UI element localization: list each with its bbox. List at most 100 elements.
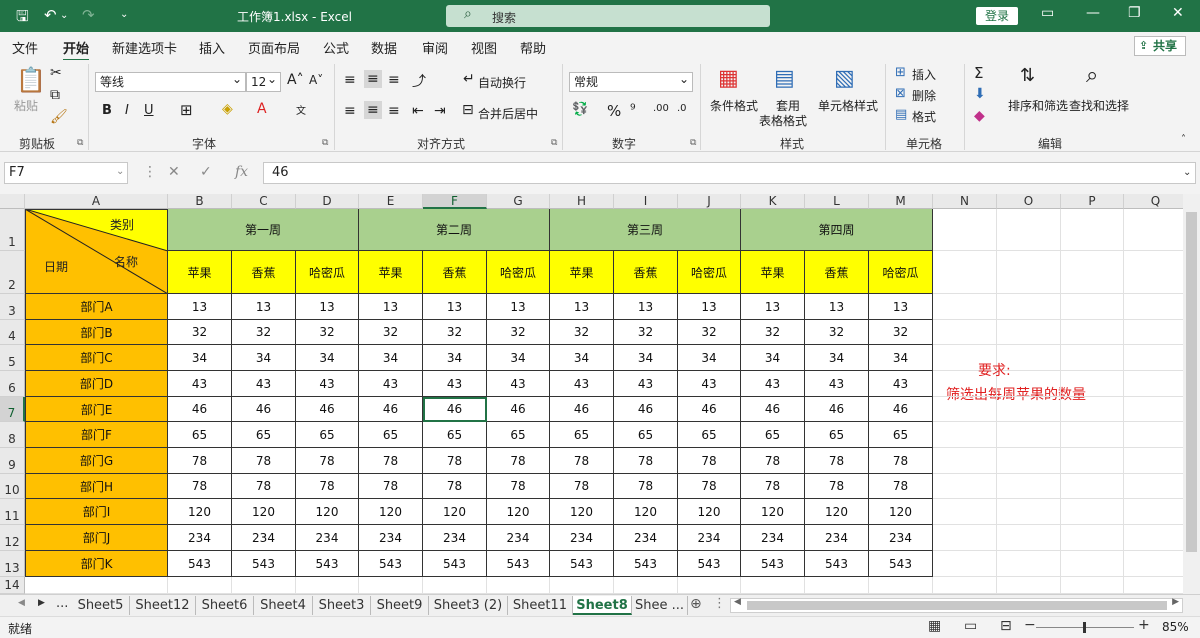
row-header-2[interactable]: 2 [0, 251, 25, 294]
vertical-scroll-thumb[interactable] [1186, 212, 1197, 552]
data-cell[interactable]: 46 [487, 397, 550, 422]
data-cell[interactable]: 13 [614, 294, 678, 320]
data-cell[interactable]: 78 [168, 448, 232, 474]
data-cell[interactable]: 543 [550, 551, 614, 577]
column-header-b[interactable]: B [168, 194, 232, 209]
data-cell[interactable]: 78 [296, 474, 359, 499]
tab-help[interactable]: 帮助 [520, 38, 546, 57]
data-cell[interactable]: 234 [296, 525, 359, 551]
worksheet-grid[interactable]: 筛选出每周苹果的数量 A B C D E F G H I J K L M N O P Q 1 2 3 4 5 6 7 8 9 10 1… [0, 194, 1200, 594]
column-header-a[interactable]: A [25, 194, 168, 209]
fill-icon[interactable]: ⬇ [974, 86, 986, 102]
table-format-label-2[interactable]: 表格格式 [759, 112, 807, 129]
data-cell[interactable]: 65 [487, 422, 550, 448]
data-cell[interactable]: 543 [296, 551, 359, 577]
autosum-icon[interactable]: Σ [974, 64, 983, 82]
zoom-slider-thumb[interactable] [1083, 622, 1086, 633]
data-cell[interactable]: 120 [168, 499, 232, 525]
data-cell[interactable]: 234 [805, 525, 869, 551]
table-format-icon[interactable]: ▤ [774, 66, 795, 91]
data-cell[interactable]: 78 [359, 448, 423, 474]
data-cell[interactable]: 543 [232, 551, 296, 577]
data-cell[interactable]: 78 [741, 474, 805, 499]
copy-icon[interactable]: ⧉ [50, 87, 60, 103]
scroll-right-icon[interactable]: ▶ [1172, 597, 1179, 607]
data-cell[interactable]: 13 [423, 294, 487, 320]
customize-quick-access-icon[interactable]: ⌄ [120, 9, 128, 20]
data-cell[interactable]: 120 [741, 499, 805, 525]
tab-review[interactable]: 审阅 [422, 38, 448, 57]
column-header-p[interactable]: P [1061, 194, 1124, 209]
enter-icon[interactable]: ✓ [200, 164, 212, 180]
sheet-tab[interactable]: Shee ... [632, 596, 688, 615]
data-cell[interactable]: 34 [614, 345, 678, 371]
tab-page-layout[interactable]: 页面布局 [248, 38, 300, 57]
share-button[interactable]: 共享 [1134, 36, 1186, 56]
cut-icon[interactable]: ✂ [50, 65, 62, 81]
data-cell[interactable]: 120 [232, 499, 296, 525]
data-cell[interactable]: 78 [359, 474, 423, 499]
data-cell[interactable]: 32 [741, 320, 805, 345]
tab-file[interactable]: 文件 [12, 38, 38, 57]
row-header-11[interactable]: 11 [0, 499, 25, 525]
row-header-4[interactable]: 4 [0, 320, 25, 345]
page-layout-view-icon[interactable]: ▭ [964, 618, 977, 634]
sort-filter-label[interactable]: 排序和筛选 [1008, 97, 1068, 114]
currency-icon[interactable]: 💱 [572, 102, 588, 117]
data-cell[interactable]: 78 [678, 474, 741, 499]
insert-function-icon[interactable]: fx [235, 164, 248, 180]
data-cell[interactable]: 46 [869, 397, 933, 422]
data-cell[interactable]: 34 [423, 345, 487, 371]
data-cell[interactable]: 120 [423, 499, 487, 525]
data-cell[interactable]: 120 [614, 499, 678, 525]
delete-cells-label[interactable]: 删除 [912, 87, 936, 104]
data-cell[interactable]: 234 [741, 525, 805, 551]
format-painter-icon[interactable]: 🖌 [50, 109, 68, 125]
data-cell[interactable]: 234 [232, 525, 296, 551]
sheet-tab[interactable]: Sheet12 [130, 596, 196, 615]
column-header-k[interactable]: K [741, 194, 805, 209]
data-cell[interactable]: 78 [232, 474, 296, 499]
data-cell[interactable]: 65 [550, 422, 614, 448]
sheet-tab[interactable]: Sheet9 [371, 596, 429, 615]
delete-cells-icon[interactable]: ⊠ [895, 86, 906, 101]
data-cell[interactable]: 46 [805, 397, 869, 422]
name-box-dropdown-icon[interactable]: ⌄ [116, 166, 124, 177]
data-cell[interactable]: 46 [550, 397, 614, 422]
paste-label[interactable]: 粘贴 [14, 97, 38, 114]
insert-cells-label[interactable]: 插入 [912, 66, 936, 83]
wrap-text-icon[interactable]: ↵ [463, 71, 475, 87]
data-cell[interactable]: 43 [741, 371, 805, 397]
data-cell[interactable]: 120 [869, 499, 933, 525]
data-cell[interactable]: 78 [869, 474, 933, 499]
ribbon-display-icon[interactable]: ▭ [1041, 5, 1054, 21]
zoom-in-icon[interactable]: + [1138, 617, 1150, 633]
name-box[interactable]: F7 [4, 162, 128, 184]
conditional-format-icon[interactable]: ▦ [718, 66, 739, 91]
data-cell[interactable]: 13 [678, 294, 741, 320]
data-cell[interactable]: 234 [550, 525, 614, 551]
data-cell[interactable]: 43 [614, 371, 678, 397]
align-bottom-icon[interactable]: ≡ [388, 72, 400, 88]
data-cell[interactable]: 32 [805, 320, 869, 345]
paste-icon[interactable]: 📋 [16, 66, 46, 94]
vertical-scrollbar[interactable] [1183, 194, 1200, 594]
restore-icon[interactable]: ❐ [1128, 5, 1141, 21]
data-cell[interactable]: 43 [678, 371, 741, 397]
align-center-icon[interactable]: ≡ [364, 101, 382, 119]
find-select-icon[interactable]: ⌕ [1086, 63, 1098, 88]
data-cell[interactable]: 32 [550, 320, 614, 345]
data-cell[interactable]: 46 [232, 397, 296, 422]
data-cell[interactable]: 34 [296, 345, 359, 371]
decrease-indent-icon[interactable]: ⇤ [412, 103, 424, 119]
data-cell[interactable]: 234 [359, 525, 423, 551]
data-cell[interactable]: 78 [678, 448, 741, 474]
cell-style-icon[interactable]: ▧ [834, 66, 855, 91]
column-header-j[interactable]: J [678, 194, 741, 209]
data-cell[interactable]: 543 [423, 551, 487, 577]
data-cell[interactable]: 78 [805, 448, 869, 474]
data-cell[interactable]: 32 [423, 320, 487, 345]
add-sheet-icon[interactable]: ⊕ [690, 596, 702, 612]
data-cell[interactable]: 234 [487, 525, 550, 551]
data-cell[interactable]: 78 [614, 448, 678, 474]
